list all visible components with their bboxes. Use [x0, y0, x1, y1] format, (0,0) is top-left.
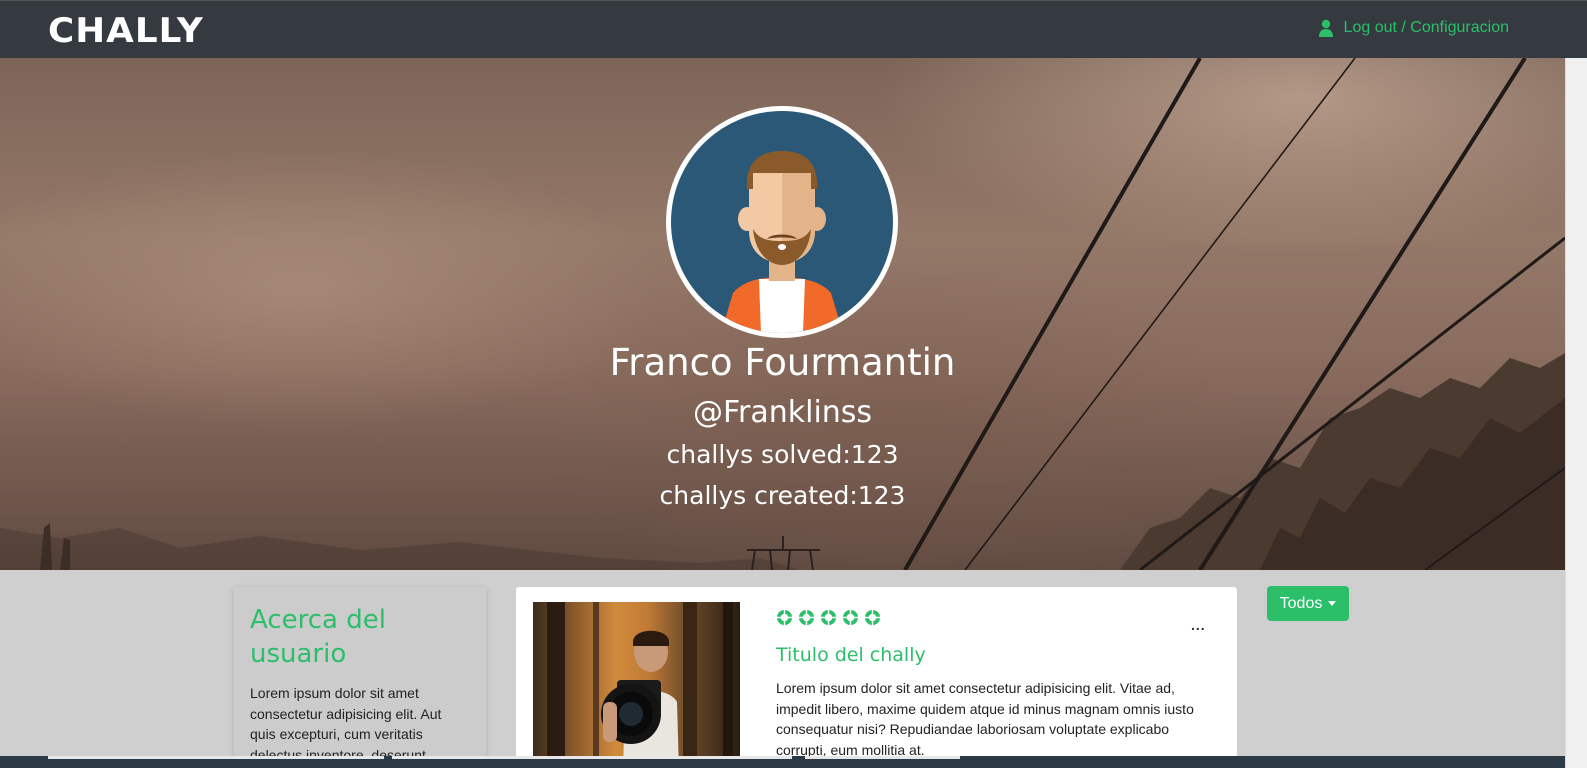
photographer-in-forest-image — [547, 602, 733, 768]
rating-badge-icon — [864, 609, 881, 626]
caret-down-icon — [1328, 601, 1337, 606]
challys-solved-count: challys solved:123 — [666, 440, 899, 469]
filter-dropdown-label: Todos — [1279, 594, 1323, 612]
bottom-edge — [0, 756, 1565, 768]
filter-dropdown-button[interactable]: Todos — [1267, 586, 1349, 621]
about-user-card: Acerca del usuario Lorem ipsum dolor sit… — [234, 587, 486, 768]
profile-name: Franco Fourmantin — [609, 341, 956, 384]
profile-handle: @Franklinss — [692, 395, 873, 430]
chally-title[interactable]: Titulo del chally — [776, 644, 926, 666]
top-navbar: CHALLY Log out / Configuracion — [0, 0, 1587, 58]
bearded-man-avatar-icon — [721, 151, 843, 333]
chally-card[interactable]: ... Titulo del chally Lorem ipsum dolor … — [516, 587, 1237, 768]
rating-badge-icon — [798, 609, 815, 626]
chally-rating — [776, 609, 881, 626]
rating-badge-icon — [820, 609, 837, 626]
profile-banner: Franco Fourmantin @Franklinss challys so… — [0, 58, 1565, 570]
chally-image[interactable] — [533, 602, 740, 768]
challys-created-count: challys created:123 — [659, 481, 906, 510]
logo[interactable]: CHALLY — [48, 11, 204, 51]
rating-badge-icon — [776, 609, 793, 626]
chally-options-menu[interactable]: ... — [1191, 617, 1206, 633]
account-link-label[interactable]: Log out / Configuracion — [1344, 19, 1509, 37]
user-icon — [1318, 19, 1333, 37]
chally-description: Lorem ipsum dolor sit amet consectetur a… — [776, 680, 1194, 758]
about-title: Acerca del usuario — [250, 605, 386, 669]
rating-badge-icon — [842, 609, 859, 626]
account-link[interactable]: Log out / Configuracion — [1318, 19, 1509, 37]
about-text: Lorem ipsum dolor sit amet consectetur a… — [250, 685, 442, 763]
page-scrollbar[interactable] — [1565, 58, 1587, 768]
profile-avatar — [666, 106, 898, 338]
